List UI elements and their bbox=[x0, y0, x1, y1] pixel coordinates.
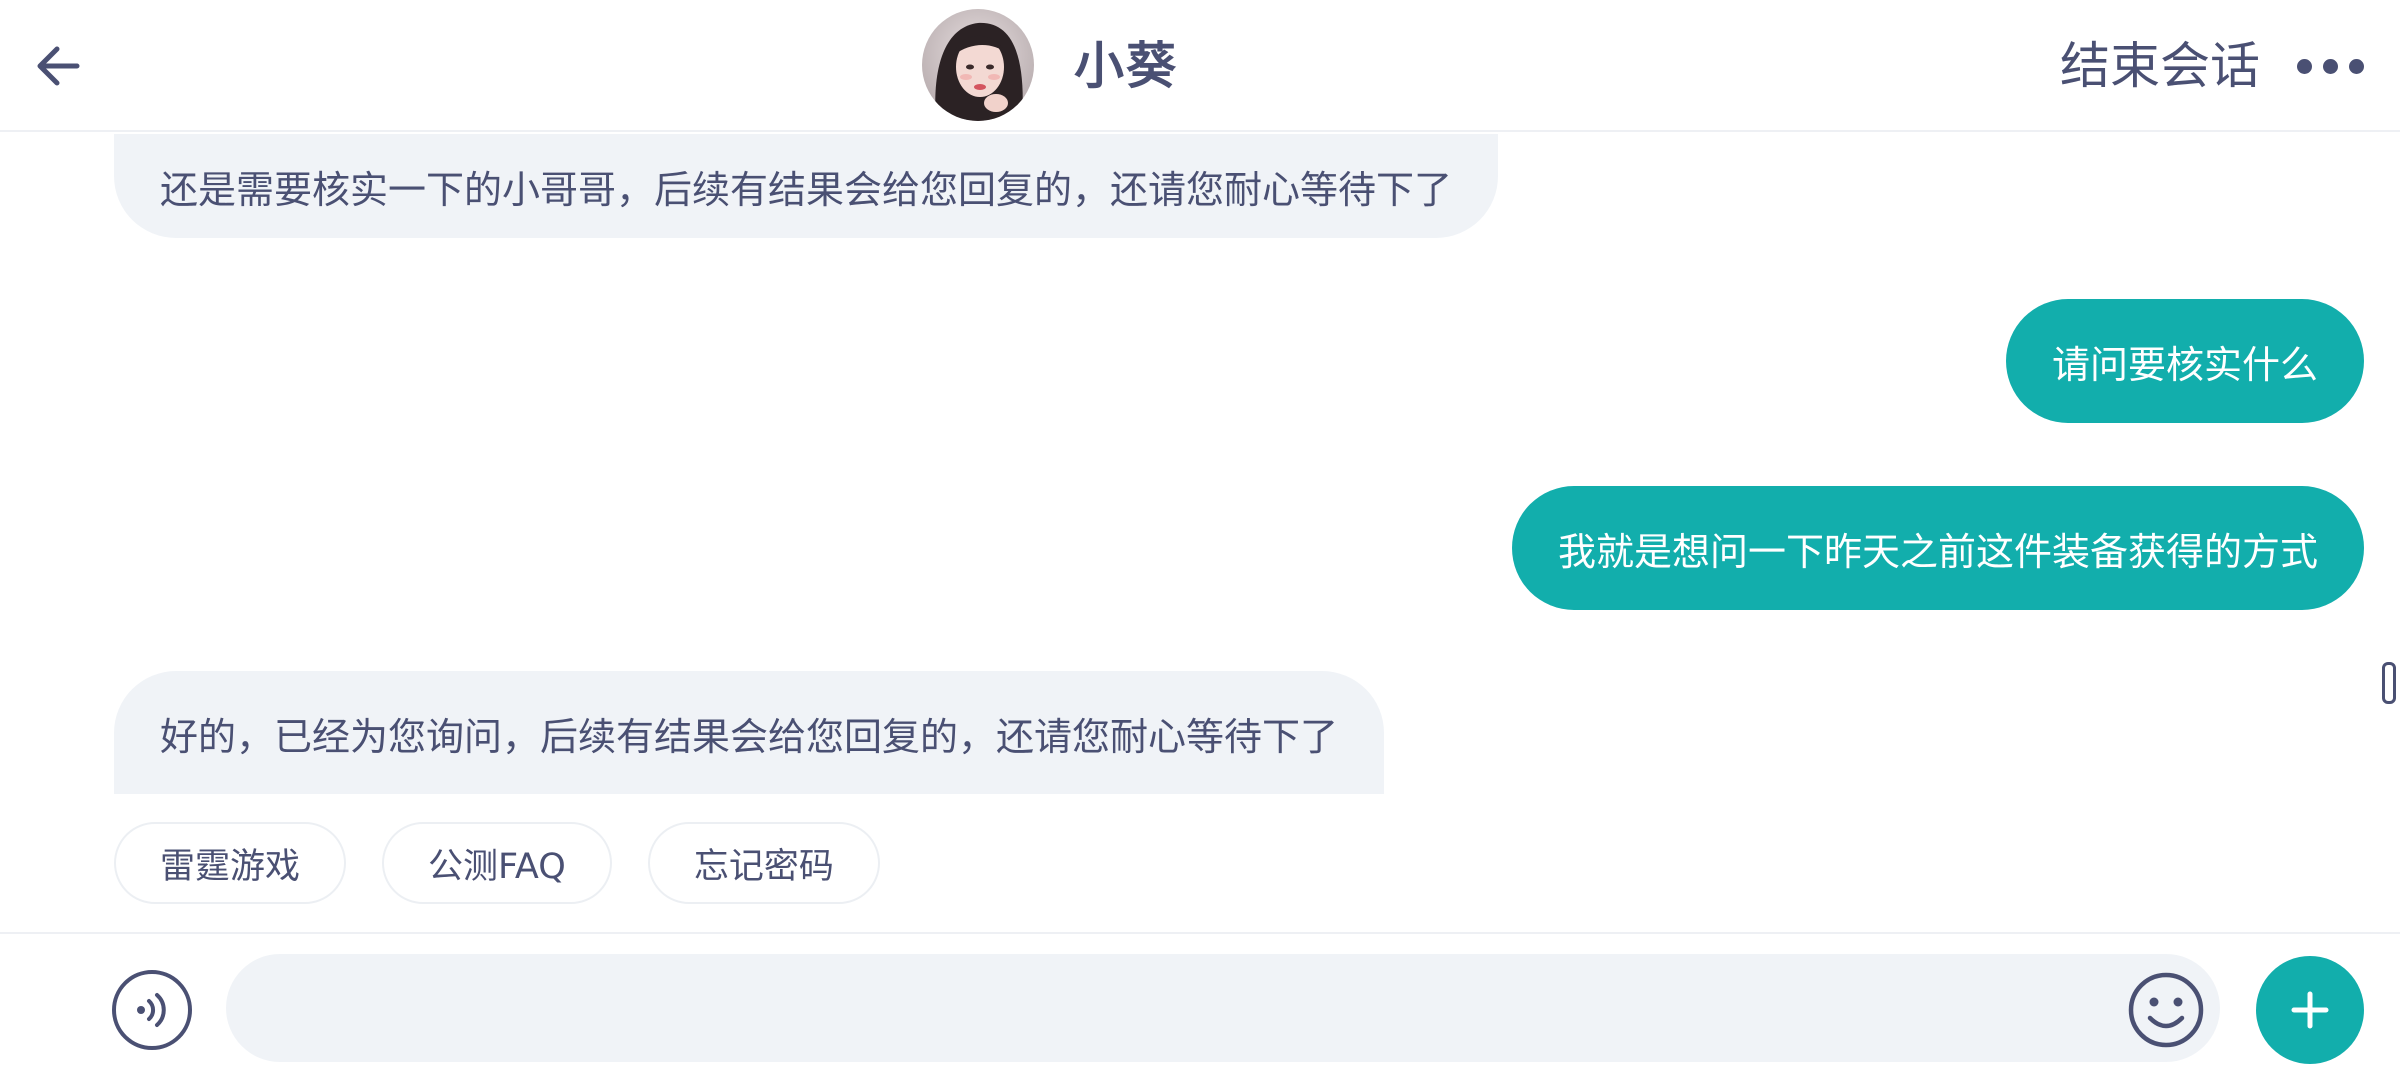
scrollbar-thumb[interactable] bbox=[2382, 662, 2396, 704]
more-horizontal-icon-dot bbox=[2322, 58, 2338, 74]
quick-reply-bar: 雷霆游戏 公测FAQ 忘记密码 bbox=[114, 822, 880, 904]
message-bubble-agent: 还是需要核实一下的小哥哥，后续有结果会给您回复的，还请您耐心等待下了 bbox=[114, 134, 1499, 238]
message-text: 我就是想问一下昨天之前这件装备获得的方式 bbox=[1557, 529, 2318, 574]
quick-reply-chip[interactable]: 忘记密码 bbox=[647, 822, 880, 904]
end-session-button[interactable]: 结束会话 bbox=[2060, 32, 2260, 100]
message-bubble-user: 请问要核实什么 bbox=[2005, 299, 2364, 423]
emoji-icon bbox=[2128, 972, 2204, 1048]
message-text: 请问要核实什么 bbox=[2051, 342, 2318, 387]
voice-button[interactable] bbox=[112, 970, 192, 1050]
quick-reply-chip[interactable]: 公测FAQ bbox=[382, 822, 612, 904]
back-button[interactable] bbox=[18, 26, 98, 106]
avatar[interactable] bbox=[922, 9, 1034, 121]
avatar-image bbox=[922, 9, 1034, 121]
arrow-left-icon bbox=[37, 46, 80, 86]
plus-icon bbox=[2291, 991, 2329, 1029]
message-bubble-agent: 好的，已经为您询问，后续有结果会给您回复的，还请您耐心等待下了 bbox=[114, 671, 1385, 794]
more-horizontal-icon-dot bbox=[2348, 58, 2364, 74]
message-bubble-user: 我就是想问一下昨天之前这件装备获得的方式 bbox=[1511, 486, 2364, 610]
quick-reply-chip[interactable]: 雷霆游戏 bbox=[114, 822, 347, 904]
message-text: 好的，已经为您询问，后续有结果会给您回复的，还请您耐心等待下了 bbox=[160, 714, 1339, 759]
message-input[interactable] bbox=[226, 954, 2220, 1062]
voice-icon bbox=[137, 993, 166, 1027]
more-horizontal-icon bbox=[2296, 58, 2312, 74]
input-bar bbox=[0, 932, 2400, 1080]
plus-button[interactable] bbox=[2256, 956, 2364, 1064]
chat-header: 小葵 结束会话 bbox=[0, 0, 2400, 132]
message-list[interactable]: 还是需要核实一下的小哥哥，后续有结果会给您回复的，还请您耐心等待下了 请问要核实… bbox=[0, 134, 2400, 794]
contact-name: 小葵 bbox=[1074, 37, 1178, 95]
message-text: 还是需要核实一下的小哥哥，后续有结果会给您回复的，还请您耐心等待下了 bbox=[160, 167, 1453, 212]
emoji-button[interactable] bbox=[2124, 968, 2208, 1052]
more-button[interactable] bbox=[2284, 34, 2376, 98]
